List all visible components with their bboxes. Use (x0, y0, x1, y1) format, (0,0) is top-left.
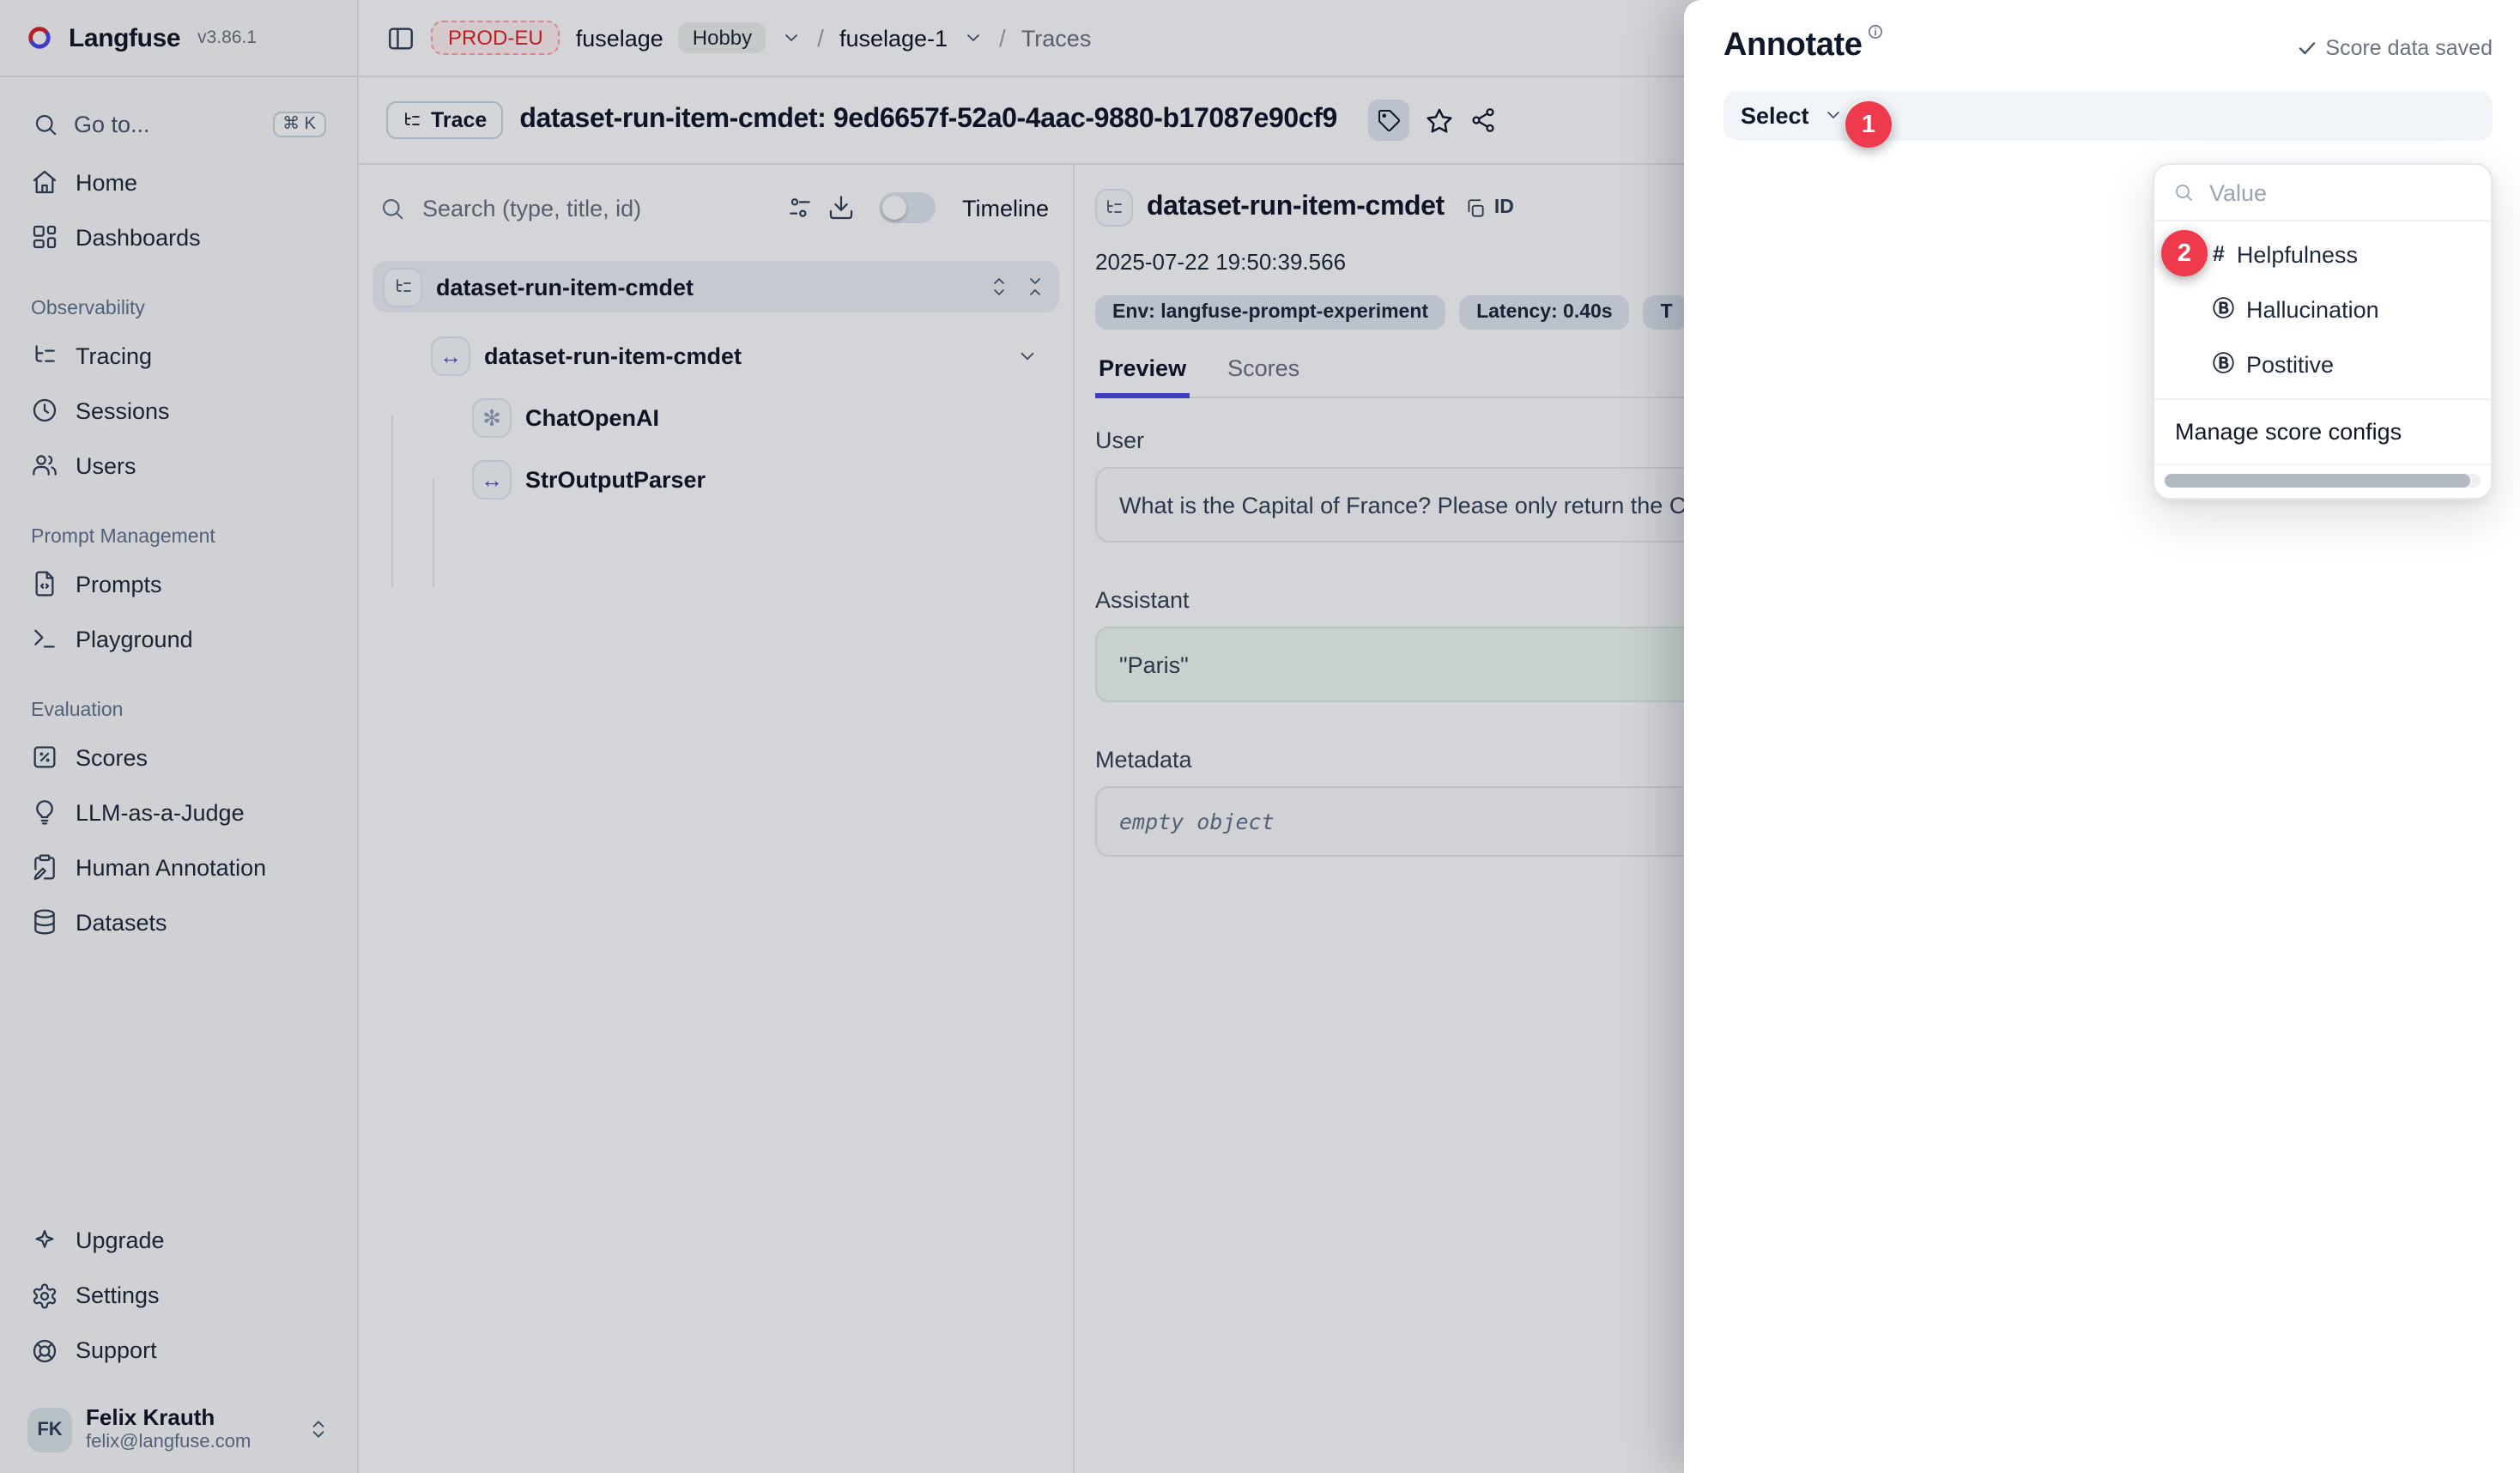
boolean-type-icon: Ⓑ (2213, 354, 2234, 375)
annotation-marker-2: 2 (2161, 230, 2208, 276)
annotation-marker-1: 1 (1845, 101, 1892, 148)
score-select-button[interactable]: Select (1723, 91, 2493, 141)
langfuse-app: Langfuse v3.86.1 Go to... ⌘ K Home Dashb… (0, 0, 2520, 1473)
search-icon (2173, 182, 2194, 203)
check-icon (2296, 38, 2317, 58)
dropdown-search-input[interactable] (2206, 178, 2472, 207)
dropdown-item-postitive[interactable]: Ⓑ Postitive (2154, 336, 2491, 391)
dropdown-search-row (2154, 165, 2491, 221)
dropdown-scrollbar (2154, 464, 2491, 498)
modal-dim-overlay (0, 0, 1699, 1473)
info-icon[interactable] (1867, 24, 1882, 39)
boolean-type-icon: Ⓑ (2213, 299, 2234, 320)
save-status: Score data saved (2296, 36, 2493, 60)
numeric-type-icon: # (2213, 244, 2225, 265)
annotate-title: Annotate (1723, 27, 1862, 65)
annotate-drawer: Annotate Score data saved Select # Helpf… (1684, 0, 2520, 1473)
score-config-dropdown: # Helpfulness Ⓑ Hallucination Ⓑ Postitiv… (2153, 163, 2493, 500)
dropdown-item-hallucination[interactable]: Ⓑ Hallucination (2154, 282, 2491, 336)
scrollbar-thumb[interactable] (2165, 474, 2470, 488)
chevron-down-icon (1823, 106, 1844, 126)
manage-score-configs-link[interactable]: Manage score configs (2154, 400, 2491, 464)
select-label: Select (1741, 103, 1809, 129)
